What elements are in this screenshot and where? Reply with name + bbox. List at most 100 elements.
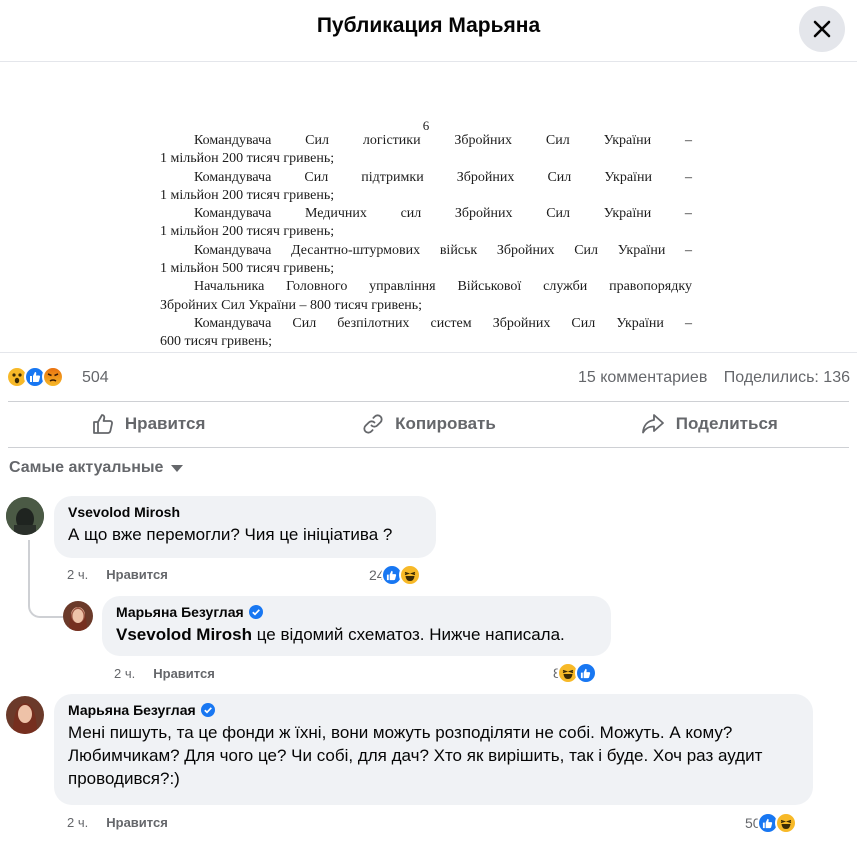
comment-reactions[interactable]: 8 xyxy=(553,662,597,684)
comment-author[interactable]: Марьяна Безуглая xyxy=(116,604,597,620)
document-word: Сил xyxy=(574,242,599,258)
comment-mention[interactable]: Vsevolod Mirosh xyxy=(116,625,252,644)
document-word: підтримки xyxy=(361,169,424,185)
angry-icon xyxy=(42,366,64,388)
document-word: Начальника xyxy=(194,279,265,295)
haha-icon xyxy=(398,564,421,586)
comment-bubble: Марьяна Безуглая Мені пишуть, та це фонд… xyxy=(54,694,813,805)
document-line: 1 мільйон 200 тисяч гривень; xyxy=(160,151,335,167)
document-word: Сил xyxy=(305,133,329,148)
comment-reactions[interactable]: 24 xyxy=(369,564,421,586)
close-button[interactable] xyxy=(799,6,845,52)
document-page: 6 Командувача Сил логістики Збройних Сил Укра… xyxy=(160,119,692,352)
document-line: 1 мільйон 500 тисяч гривень; xyxy=(160,261,335,277)
dialog-title: Публикация Марьяна xyxy=(316,14,541,37)
document-word: – xyxy=(684,315,692,331)
comment-meta: 2 ч. Нравится xyxy=(67,567,168,582)
share-button[interactable]: Поделиться xyxy=(569,402,849,446)
document-word: Збройних xyxy=(492,315,551,331)
document-word: України xyxy=(617,242,666,258)
document-line: Командувача Десантно-штурмових військ Зброй… xyxy=(160,242,692,260)
comment-bubble: Марьяна Безуглая Vsevolod Mirosh це відо… xyxy=(102,596,611,656)
document-word: Сил xyxy=(545,133,570,148)
document-line: Командувача Сил безпілотних систем Збройних С… xyxy=(160,315,692,333)
document-word: України xyxy=(603,133,652,148)
document-word: Командувача xyxy=(194,169,272,185)
document-word: правопорядку xyxy=(609,279,692,295)
like-icon xyxy=(574,662,597,684)
comment-like-button[interactable]: Нравится xyxy=(153,666,215,681)
document-word: – xyxy=(684,133,692,148)
comment-meta: 2 ч. Нравится xyxy=(114,666,215,681)
avatar[interactable] xyxy=(6,696,44,734)
document-word: Військової xyxy=(457,279,522,295)
document-word: Збройних xyxy=(496,242,555,258)
document-line: Начальника Головного управління Військової с… xyxy=(160,278,692,296)
comment-time[interactable]: 2 ч. xyxy=(67,567,88,582)
document-word: Сил xyxy=(571,315,596,331)
comment-time[interactable]: 2 ч. xyxy=(67,815,88,830)
document-word: військ xyxy=(439,242,478,258)
document-word: – xyxy=(685,169,692,185)
document-word: України xyxy=(616,315,664,331)
copy-button[interactable]: Копировать xyxy=(288,402,568,446)
haha-icon xyxy=(774,812,797,834)
comment-bubble: Vsevolod Mirosh А що вже перемогли? Чия … xyxy=(54,496,436,558)
verified-badge-icon xyxy=(200,703,215,717)
document-word: – xyxy=(684,206,692,222)
reaction-icons[interactable] xyxy=(6,366,64,388)
caret-down-icon xyxy=(171,464,184,472)
post-actions: Нравится Копировать Поделиться xyxy=(8,402,849,446)
reply-thread-line xyxy=(28,540,64,618)
reactions-summary: 504 15 комментариев Поделились: 136 xyxy=(0,362,857,394)
close-icon xyxy=(813,20,831,38)
divider xyxy=(8,447,849,448)
document-word: безпілотних xyxy=(337,315,410,331)
document-line: Збройних Сил України – 800 тисяч гривень… xyxy=(160,297,423,313)
document-word: Командувача xyxy=(194,315,272,331)
dialog-header: Публикация Марьяна xyxy=(0,0,857,62)
document-word: Медичних xyxy=(304,206,367,222)
comment-text: А що вже перемогли? Чия це ініціатива ? xyxy=(68,525,393,544)
document-line: 600 тисяч гривень; xyxy=(160,334,273,350)
document-word: Командувача xyxy=(194,242,272,258)
avatar[interactable] xyxy=(6,497,44,535)
document-word: Десантно-штурмових xyxy=(291,242,421,258)
comment-reactions[interactable]: 50 xyxy=(745,812,797,834)
shares-count[interactable]: Поделились: 136 xyxy=(724,369,850,386)
document-word: Сил xyxy=(546,206,571,222)
thumbs-up-icon xyxy=(93,414,113,434)
post-image[interactable]: 6 Командувача Сил логістики Збройних Сил Укра… xyxy=(0,63,857,353)
document-word: Командувача xyxy=(194,133,272,148)
like-button[interactable]: Нравится xyxy=(8,402,288,446)
document-word: України xyxy=(604,169,652,185)
comment-text: Vsevolod Mirosh це відомий схематоз. Ниж… xyxy=(116,625,565,644)
verified-badge-icon xyxy=(248,605,263,619)
copy-button-label: Копировать xyxy=(395,414,496,433)
comments-sort-dropdown[interactable]: Самые актуальные xyxy=(9,459,184,477)
comments-count[interactable]: 15 комментариев xyxy=(578,369,707,386)
document-word: Головного xyxy=(286,279,348,295)
comment-like-button[interactable]: Нравится xyxy=(106,567,168,582)
document-word: сил xyxy=(400,206,422,222)
like-button-label: Нравится xyxy=(124,414,206,433)
document-word: Сил xyxy=(547,169,572,185)
share-icon xyxy=(641,414,664,434)
document-word: Сил xyxy=(304,169,329,185)
comment-like-button[interactable]: Нравится xyxy=(106,815,168,830)
document-word: Командувача xyxy=(194,206,272,222)
document-word: Збройних xyxy=(454,206,513,222)
sort-label: Самые актуальные xyxy=(9,459,164,476)
share-button-label: Поделиться xyxy=(675,414,778,433)
comment-time[interactable]: 2 ч. xyxy=(114,666,135,681)
document-word: управління xyxy=(369,279,436,295)
document-page-number: 6 xyxy=(422,118,430,133)
document-word: логістики xyxy=(362,133,421,148)
avatar[interactable] xyxy=(63,601,93,631)
document-line: 1 мільйон 200 тисяч гривень; xyxy=(160,224,335,240)
comment-author[interactable]: Марьяна Безуглая xyxy=(68,702,799,718)
reaction-count[interactable]: 504 xyxy=(82,369,109,387)
comment-meta: 2 ч. Нравится xyxy=(67,815,168,830)
document-line: Командувача Сил підтримки Збройних Сил Україн… xyxy=(160,169,692,187)
comment-author[interactable]: Vsevolod Mirosh xyxy=(68,504,422,520)
